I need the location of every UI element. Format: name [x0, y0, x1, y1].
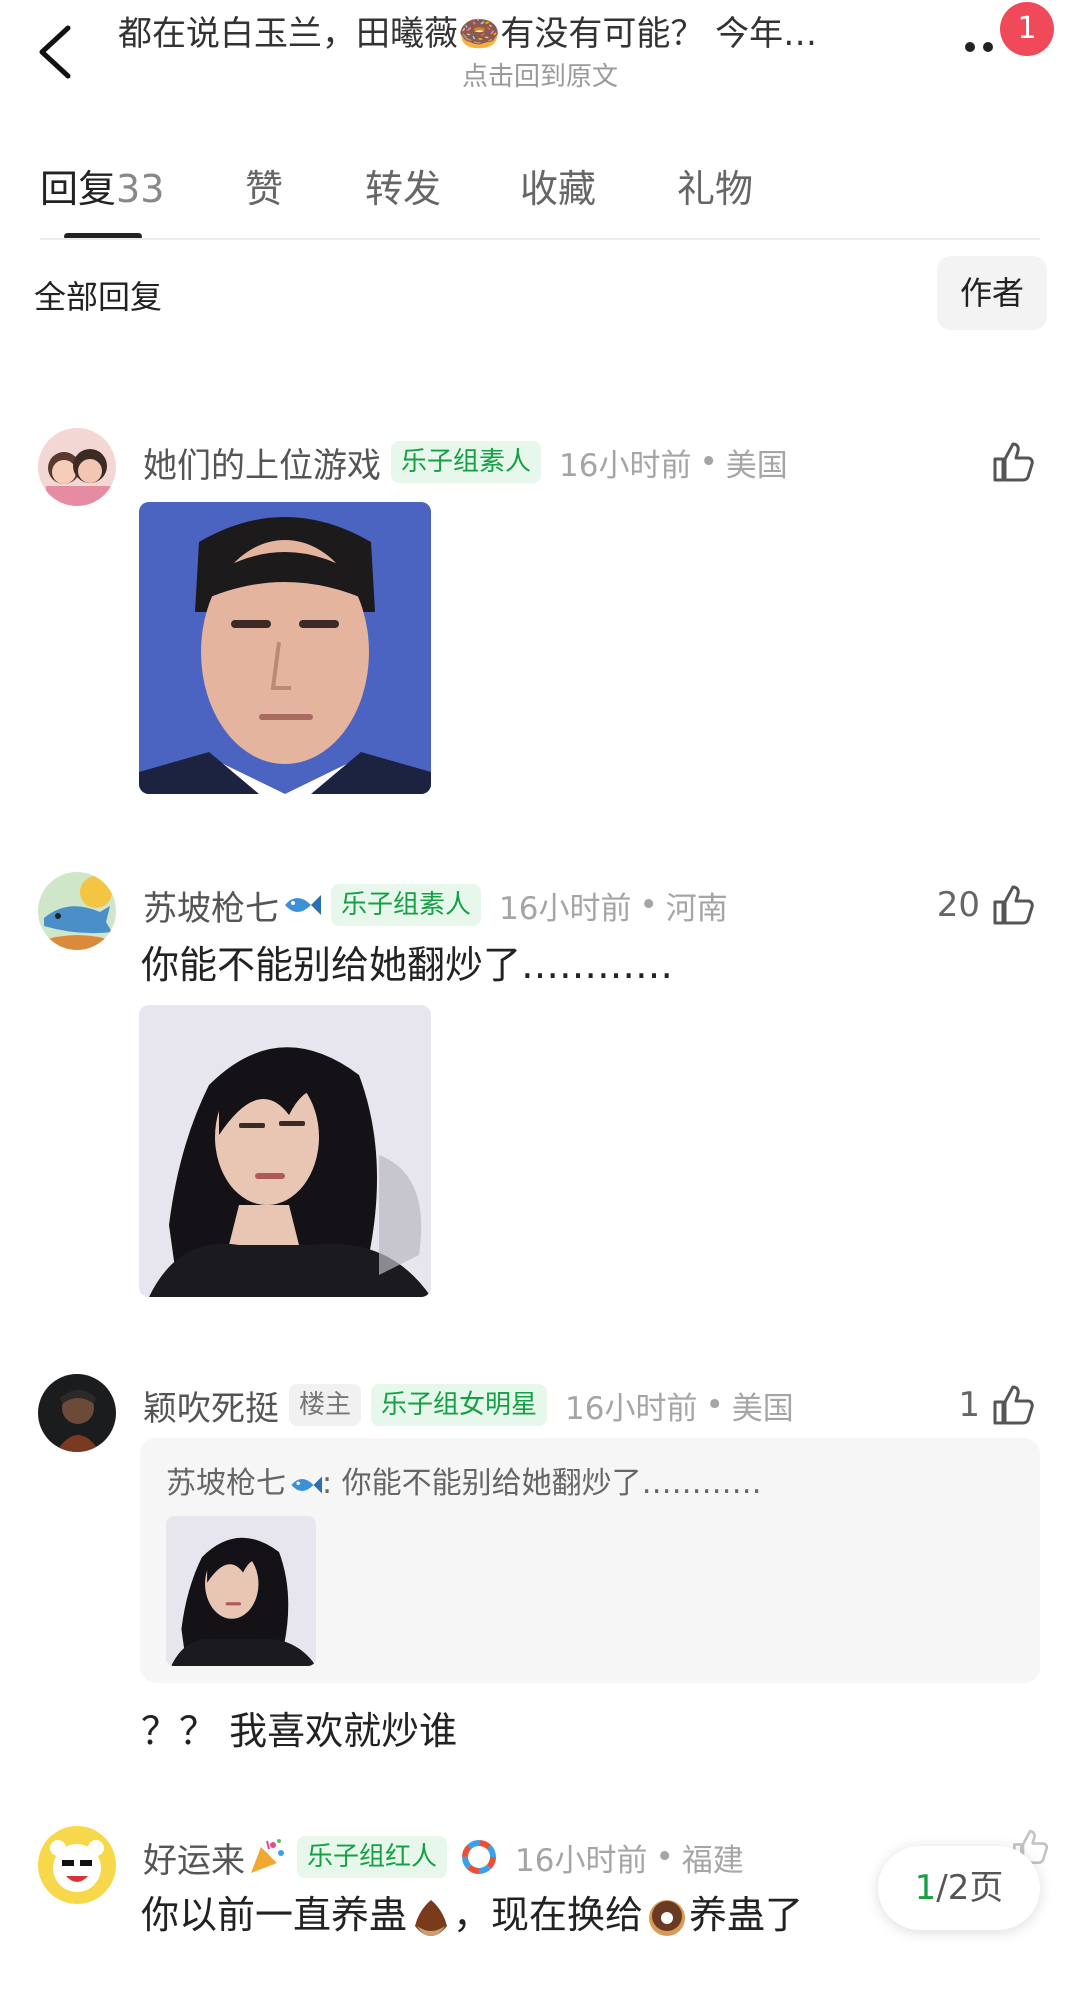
divider — [40, 238, 1040, 240]
avatar[interactable] — [38, 1826, 116, 1904]
comment-meta: 苏坡枪七 乐子组素人 16小时前 • 河南 — [143, 880, 728, 930]
quoted-reply[interactable]: 苏坡枪七 : 你能不能别给她翻炒了………… — [140, 1438, 1040, 1683]
rainbow-ring-icon — [462, 1840, 497, 1874]
separator-dot: • — [705, 1387, 724, 1423]
more-dot-icon — [965, 42, 975, 52]
avatar-image — [38, 1826, 116, 1904]
avatar-image — [38, 428, 116, 506]
comment-text-part: 你以前一直养蛊 — [141, 1893, 408, 1937]
party-popper-icon — [251, 1839, 284, 1873]
thumbs-up-icon — [993, 442, 1034, 482]
comment-text-part: ，现在换给 — [453, 1893, 644, 1937]
donut-icon — [649, 1899, 686, 1936]
avatar[interactable] — [38, 872, 116, 950]
current-page: 1 — [914, 1868, 937, 1908]
group-badge[interactable]: 乐子组素人 — [331, 884, 482, 926]
location: 河南 — [665, 890, 728, 927]
comment-text: 你能不能别给她翻炒了………… — [141, 943, 674, 987]
woman-portrait-image — [166, 1516, 316, 1666]
more-options-button[interactable] — [965, 30, 1005, 70]
username[interactable]: 颖吹死挺 — [143, 1381, 279, 1430]
tab-label: 回复 — [40, 167, 117, 211]
all-replies-label[interactable]: 全部回复 — [34, 272, 162, 318]
like-button[interactable]: 1 — [958, 1380, 1036, 1430]
tab-count: 33 — [116, 167, 165, 211]
tab-bar: 回复33 赞 转发 收藏 礼物 — [0, 150, 1080, 240]
thumbs-up-icon — [993, 885, 1034, 925]
quoted-text: 苏坡枪七 : 你能不能别给她翻炒了………… — [166, 1458, 762, 1502]
tab-likes[interactable]: 赞 — [245, 158, 283, 213]
quoted-image[interactable] — [166, 1516, 316, 1666]
group-badge[interactable]: 乐子组女明星 — [371, 1384, 548, 1426]
timestamp: 16小时前 — [559, 447, 692, 484]
woman-portrait-image — [139, 1005, 431, 1297]
post-title[interactable]: 都在说白玉兰，田曦薇🍩有没有可能？ 今年… — [118, 6, 938, 55]
separator-dot: • — [699, 444, 718, 480]
username[interactable]: 她们的上位游戏 — [143, 438, 381, 487]
comment-image[interactable] — [139, 502, 431, 794]
group-badge[interactable]: 乐子组红人 — [297, 1836, 448, 1878]
comment-image[interactable] — [139, 1005, 431, 1297]
quoted-username: 苏坡枪七 — [166, 1466, 286, 1501]
tab-replies[interactable]: 回复33 — [40, 158, 164, 213]
man-portrait-image — [139, 502, 431, 794]
fish-icon — [291, 1476, 322, 1493]
group-badge[interactable]: 乐子组素人 — [391, 441, 542, 483]
top-bar: 都在说白玉兰，田曦薇🍩有没有可能？ 今年… 点击回到原文 1 — [0, 0, 1080, 100]
timestamp: 16小时前 — [565, 1390, 698, 1427]
tab-reposts[interactable]: 转发 — [365, 158, 441, 213]
notification-badge[interactable]: 1 — [1000, 2, 1054, 56]
tab-gifts[interactable]: 礼物 — [677, 158, 753, 213]
separator-dot: • — [655, 1839, 674, 1875]
like-button[interactable]: 20 — [937, 880, 1036, 930]
username[interactable]: 苏坡枪七 — [143, 881, 279, 930]
avatar[interactable] — [38, 428, 116, 506]
comment-meta: 好运来 乐子组红人 16小时前 • 福建 — [143, 1832, 744, 1882]
like-button[interactable] — [990, 437, 1036, 487]
timestamp: 16小时前 — [515, 1842, 648, 1879]
back-to-post-link[interactable]: 点击回到原文 — [0, 56, 1080, 93]
avatar-image — [38, 1374, 116, 1452]
timestamp: 16小时前 — [499, 890, 632, 927]
more-dot-icon — [983, 42, 993, 52]
page-indicator-button[interactable]: 1/2页 — [878, 1846, 1040, 1930]
comment-text: ？？ 我喜欢就炒谁 — [141, 1709, 458, 1753]
total-pages: /2页 — [936, 1868, 1004, 1908]
thumbs-up-icon — [993, 1385, 1034, 1425]
like-count: 1 — [958, 1385, 980, 1425]
op-badge: 楼主 — [289, 1384, 362, 1426]
avatar[interactable] — [38, 1374, 116, 1452]
location: 美国 — [725, 447, 788, 484]
quoted-content: : 你能不能别给她翻炒了………… — [322, 1466, 762, 1501]
separator-dot: • — [639, 887, 658, 923]
avatar-image — [38, 872, 116, 950]
tab-favorites[interactable]: 收藏 — [520, 158, 596, 213]
location: 美国 — [731, 1390, 794, 1427]
comment-meta: 她们的上位游戏 乐子组素人 16小时前 • 美国 — [143, 437, 788, 487]
username[interactable]: 好运来 — [143, 1833, 245, 1882]
like-count: 20 — [936, 885, 980, 925]
comment-text-part: 养蛊了 — [689, 1893, 804, 1937]
author-filter-button[interactable]: 作者 — [937, 256, 1047, 330]
location: 福建 — [681, 1842, 744, 1879]
fish-icon — [285, 895, 321, 915]
comment-meta: 颖吹死挺 楼主 乐子组女明星 16小时前 • 美国 — [143, 1380, 794, 1430]
comment-text: 你以前一直养蛊 ，现在换给 养蛊了 — [141, 1884, 803, 1940]
chestnut-icon — [415, 1899, 448, 1936]
